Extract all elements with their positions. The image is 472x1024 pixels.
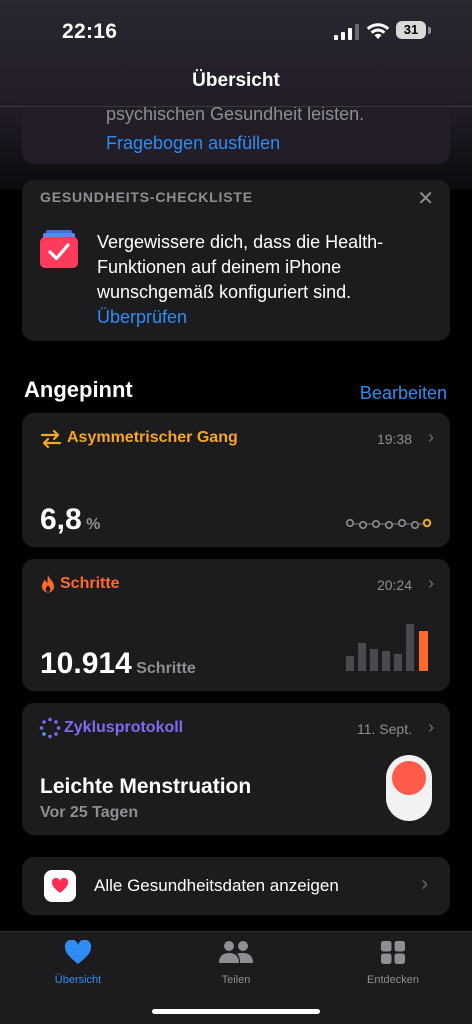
people-icon	[219, 941, 253, 963]
chevron-right-icon: ›	[428, 717, 434, 737]
status-bar: 22:16 31	[0, 0, 472, 64]
pinned-section-title: Angepinnt	[24, 377, 133, 402]
wifi-icon	[366, 23, 390, 39]
page-title: Übersicht	[192, 70, 280, 91]
gait-time: 19:38	[376, 431, 412, 447]
tab-share-label: Teilen	[221, 974, 251, 986]
cycle-dots-icon	[39, 717, 61, 739]
clock: 22:16	[62, 20, 118, 43]
gait-arrows-icon	[40, 429, 62, 449]
questionnaire-link[interactable]: Fragebogen ausfüllen	[106, 133, 280, 154]
gait-unit: %	[86, 516, 101, 533]
grid-icon	[381, 941, 405, 964]
cycle-pill-icon	[386, 755, 432, 821]
chevron-right-icon: ›	[428, 573, 434, 593]
gait-title: Asymmetrischer Gang	[67, 429, 238, 446]
edit-button[interactable]: Bearbeiten	[360, 383, 447, 404]
cycle-date: 11. Sept.	[356, 721, 412, 737]
steps-value: 10.914	[40, 647, 132, 680]
flame-icon	[42, 575, 54, 593]
nav-divider	[0, 106, 472, 107]
gait-value: 6,8	[40, 503, 82, 536]
steps-unit: Schritte	[136, 660, 196, 677]
battery-tip	[428, 27, 431, 34]
tab-overview-label: Übersicht	[54, 974, 102, 986]
checklist-header: GESUNDHEITS-CHECKLISTE	[40, 189, 253, 205]
heart-icon	[51, 878, 69, 893]
health-checklist-card: GESUNDHEITS-CHECKLISTE ✕ Vergewissere di…	[22, 180, 450, 341]
review-link[interactable]: Überprüfen	[97, 307, 187, 328]
steps-value-row: 10.914 Schritte	[40, 647, 196, 681]
chevron-right-icon: ›	[421, 873, 428, 895]
tab-share[interactable]: Teilen	[176, 940, 296, 986]
steps-time: 20:24	[376, 577, 412, 593]
tab-discover-label: Entdecken	[367, 974, 419, 986]
health-overview-screen: psychischen Gesundheit leisten. Fragebog…	[0, 0, 472, 1024]
mental-health-text: psychischen Gesundheit leisten.	[106, 104, 365, 124]
asymmetric-gait-card[interactable]: Asymmetrischer Gang 19:38 › 6,8 %	[22, 413, 450, 547]
all-health-data-label: Alle Gesundheitsdaten anzeigen	[94, 876, 339, 895]
cycle-title: Zyklusprotokoll	[64, 719, 184, 736]
steps-card[interactable]: Schritte 20:24 › 10.914 Schritte	[22, 559, 450, 691]
gait-sparkline	[346, 518, 432, 530]
tab-discover[interactable]: Entdecken	[333, 940, 453, 986]
steps-bar-chart	[346, 624, 428, 671]
period-dot	[392, 761, 426, 795]
gait-value-row: 6,8 %	[40, 503, 100, 537]
cycle-status: Leichte Menstruation	[40, 775, 252, 798]
checklist-icon	[40, 230, 78, 268]
battery-indicator: 31	[396, 21, 432, 41]
home-indicator[interactable]	[152, 1009, 320, 1014]
chevron-right-icon: ›	[428, 427, 434, 447]
steps-title: Schritte	[60, 575, 120, 592]
cycle-ago: Vor 25 Tagen	[40, 804, 139, 821]
health-app-icon	[44, 870, 76, 902]
all-health-data-row[interactable]: Alle Gesundheitsdaten anzeigen ›	[22, 857, 450, 915]
cellular-signal-icon	[334, 24, 359, 40]
heart-icon	[64, 939, 92, 964]
checklist-text: Vergewissere dich, dass die Health-Funkt…	[97, 232, 384, 302]
cycle-tracking-card[interactable]: Zyklusprotokoll 11. Sept. › Leichte Mens…	[22, 703, 450, 835]
battery-level: 31	[396, 21, 426, 39]
close-icon[interactable]: ✕	[417, 186, 434, 211]
tab-overview[interactable]: Übersicht	[18, 939, 138, 986]
